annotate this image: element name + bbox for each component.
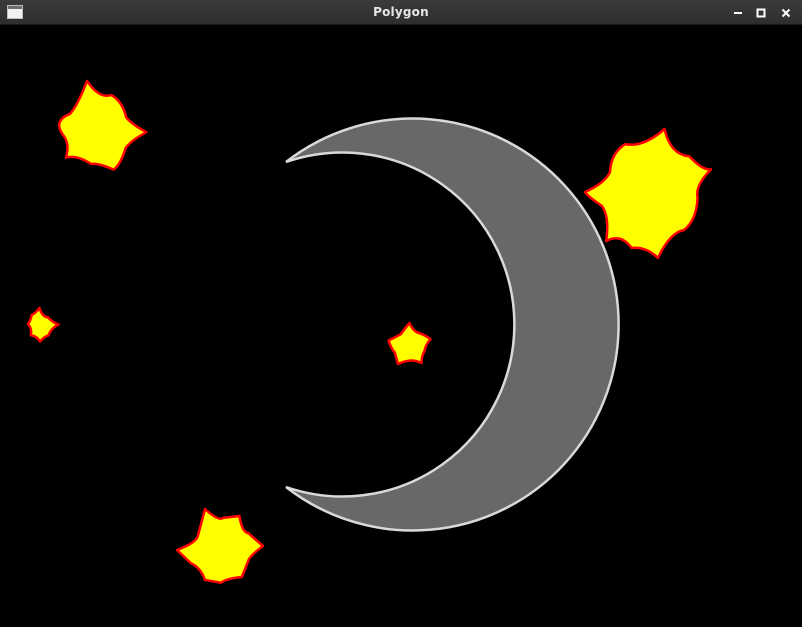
polygon-scene (26, 79, 713, 584)
maximize-button[interactable] (751, 3, 771, 22)
star-top-right (583, 127, 713, 260)
maximize-icon (756, 8, 766, 17)
star-center-small (387, 321, 432, 366)
drawing-canvas (0, 25, 802, 627)
window-title: Polygon (373, 5, 429, 19)
application-window: Polygon (0, 0, 802, 627)
minimize-icon (734, 11, 742, 14)
minimize-button[interactable] (728, 3, 748, 22)
crescent-moon (285, 117, 620, 532)
close-icon (781, 8, 791, 17)
close-button[interactable] (776, 3, 796, 22)
star-bottom-left (175, 507, 265, 584)
title-bar[interactable]: Polygon (0, 0, 802, 25)
star-top-left (57, 79, 148, 171)
star-middle-left-small (26, 306, 60, 343)
